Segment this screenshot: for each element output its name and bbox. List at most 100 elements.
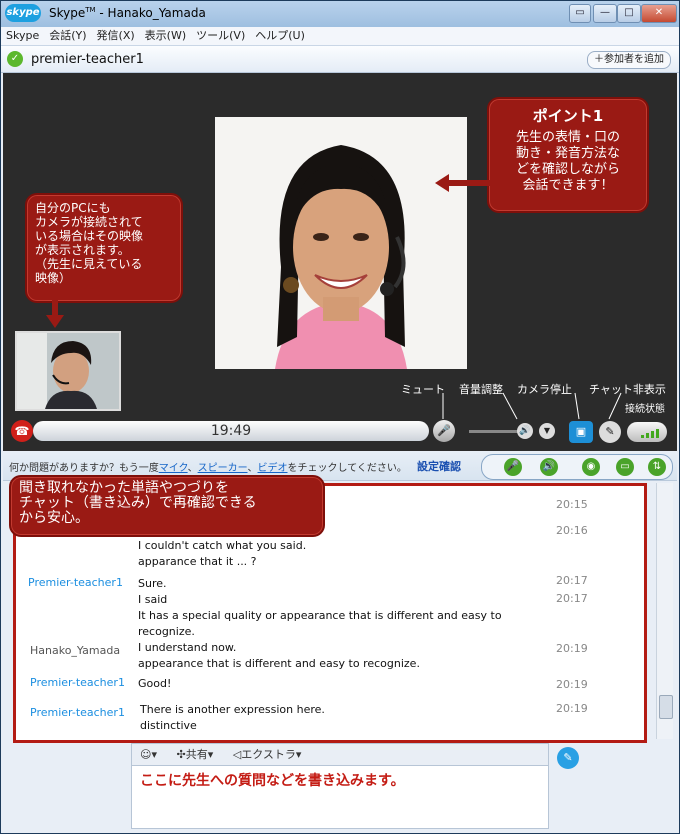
emoticon-menu-button[interactable]: ☺▾ — [132, 744, 165, 766]
chat-hide-button[interactable]: ✎ — [599, 421, 621, 443]
message-time: 20:17 — [556, 574, 588, 587]
message-input-note: ここに先生への質問などを書き込みます。 — [140, 773, 405, 789]
down-arrow-icon — [46, 299, 64, 328]
point1-line: どを確認しながら — [515, 162, 620, 177]
minimize-button[interactable]: — — [593, 4, 617, 23]
skype-logo: skype — [5, 4, 41, 22]
message-input[interactable]: ここに先生への質問などを書き込みます。 — [131, 765, 549, 829]
volume-slider[interactable] — [469, 430, 519, 433]
online-status-icon: ✓ — [7, 51, 23, 67]
window-title-user: - Hanako_Yamada — [99, 6, 206, 20]
call-timer: 19:49 — [33, 421, 429, 441]
device-check-group: 🎤 🔊 ◉ ▭ ⇅ — [481, 454, 673, 480]
message-line: There is another expression here. — [140, 703, 325, 716]
speaker-check-icon[interactable]: 🔊 — [540, 458, 558, 476]
chat-callout-line: から安心。 — [19, 510, 89, 526]
check-mic-link[interactable]: マイク — [159, 463, 188, 474]
add-participant-button[interactable]: ＋参加者を追加 — [587, 51, 671, 69]
message-time: 20:15 — [556, 498, 588, 511]
teacher-video — [215, 117, 467, 369]
scrollbar-thumb[interactable] — [659, 695, 673, 719]
check-video-link[interactable]: ビデオ — [258, 463, 288, 474]
close-button[interactable]: ✕ — [641, 4, 677, 23]
menu-bar: Skype 会話(Y) 発信(X) 表示(W) ツール(V) ヘルプ(U) — [1, 27, 679, 46]
extras-menu-button[interactable]: ◁エクストラ▾ — [225, 744, 310, 766]
self-video-callout-line: 自分のPCにも — [35, 201, 111, 215]
message-line: recognize. — [138, 625, 195, 638]
speaker-icon[interactable]: 🔊 — [517, 423, 533, 439]
trademark: TM — [85, 6, 96, 14]
message-sender: Hanako_Yamada — [30, 644, 121, 657]
chat-callout-body: 聞き取れなかった単語やつづりを チャット（書き込み）で再確認できる から安心。 — [11, 477, 323, 530]
menu-conversation[interactable]: 会話(Y) — [44, 27, 91, 45]
message-sender: Premier-teacher1 — [30, 706, 125, 719]
chat-callout-line: 聞き取れなかった単語やつづりを — [19, 480, 229, 496]
message-time: 20:19 — [556, 678, 588, 691]
point1-callout: ポイント1 先生の表情・口の 動き・発音方法な どを確認しながら 会話できます！ — [487, 97, 649, 213]
maximize-button[interactable]: □ — [617, 4, 641, 23]
message-time: 20:16 — [556, 524, 588, 537]
message-text: Sure. I said It has a special quality or… — [138, 576, 502, 640]
message-sender: Premier-teacher1 — [30, 676, 125, 689]
left-arrow-icon — [435, 174, 491, 192]
menu-tools[interactable]: ツール(V) — [191, 27, 250, 45]
share-icon: ✣ — [176, 748, 186, 761]
connection-label: 接続状態 — [625, 404, 665, 415]
self-video-callout-body: 自分のPCにも カメラが接続されて いる場合はその映像 が表示されます。 （先生… — [27, 195, 181, 291]
menu-view[interactable]: 表示(W) — [140, 27, 191, 45]
webcam-icon[interactable]: ◉ — [582, 458, 600, 476]
help-text-prefix: 何か問題がありますか？もう一度 — [9, 463, 159, 474]
message-time: 20:17 — [556, 592, 588, 605]
menu-help[interactable]: ヘルプ(U) — [250, 27, 310, 45]
self-video-callout-line: いる場合はその映像 — [35, 229, 144, 243]
compact-view-button[interactable]: ▭ — [569, 4, 591, 23]
chat-callout-line: チャット（書き込み）で再確認できる — [19, 495, 257, 511]
teacher-portrait-image — [215, 117, 467, 369]
send-message-button[interactable]: ✎ — [557, 747, 579, 769]
check-speaker-link[interactable]: スピーカー — [198, 463, 248, 474]
transfer-icon[interactable]: ⇅ — [648, 458, 666, 476]
control-pointer-lines — [442, 392, 622, 420]
app-name: Skype — [49, 6, 86, 20]
menu-skype[interactable]: Skype — [1, 27, 44, 45]
point1-line: 動き・発音方法な — [515, 146, 620, 161]
monitor-icon[interactable]: ▭ — [616, 458, 634, 476]
video-area: ポイント1 先生の表情・口の 動き・発音方法な どを確認しながら 会話できます！… — [3, 73, 677, 451]
message-line: I understand now. — [138, 641, 237, 654]
help-text-suffix: をチェックしてください。 — [287, 463, 407, 474]
message-text: Good! — [138, 676, 171, 692]
message-text: There is another expression here. distin… — [140, 702, 325, 734]
message-text: I couldn't catch what you said. apparanc… — [138, 538, 306, 570]
message-time: 20:19 — [556, 702, 588, 715]
camera-stop-button[interactable]: ▣ — [569, 421, 593, 443]
message-line: I said — [138, 593, 168, 606]
message-line: I couldn't catch what you said. — [138, 539, 307, 552]
self-video-callout-line: が表示されます。 — [35, 243, 130, 257]
point1-line: 先生の表情・口の — [515, 130, 620, 145]
call-header: ✓ premier-teacher1 ＋参加者を追加 — [1, 46, 679, 73]
self-video-callout-line: カメラが接続されて — [35, 215, 143, 229]
message-line: appearance that is different and easy to… — [138, 657, 420, 670]
share-label: 共有▾ — [185, 748, 214, 761]
volume-dropdown-icon[interactable]: ▼ — [539, 423, 555, 439]
end-call-button[interactable]: ☎ — [11, 420, 33, 442]
extras-label: エクストラ▾ — [241, 748, 302, 761]
help-separator: 、 — [187, 463, 198, 474]
microphone-icon[interactable]: 🎤 — [504, 458, 522, 476]
share-menu-button[interactable]: ✣共有▾ — [169, 744, 222, 766]
point1-title: ポイント1 — [532, 107, 604, 125]
settings-check-label: 設定確認 — [417, 460, 461, 473]
connection-status-button[interactable] — [627, 422, 667, 442]
mute-button[interactable]: 🎤 — [433, 420, 455, 442]
menu-call[interactable]: 発信(X) — [92, 27, 140, 45]
message-line: Good! — [138, 677, 172, 690]
point1-body: 先生の表情・口の 動き・発音方法な どを確認しながら 会話できます！ — [489, 126, 647, 198]
point1-line: 会話できます！ — [522, 178, 614, 193]
help-separator: 、 — [247, 463, 258, 474]
call-contact-name: premier-teacher1 — [31, 52, 144, 67]
window-title: SkypeTM - Hanako_Yamada — [49, 6, 206, 20]
chat-scrollbar[interactable] — [656, 483, 673, 739]
self-video-callout-line: （先生に見えている — [35, 257, 143, 271]
help-text: 何か問題がありますか？もう一度マイク、スピーカー、ビデオをチェックしてください。 — [9, 459, 407, 474]
extras-icon: ◁ — [232, 748, 242, 761]
